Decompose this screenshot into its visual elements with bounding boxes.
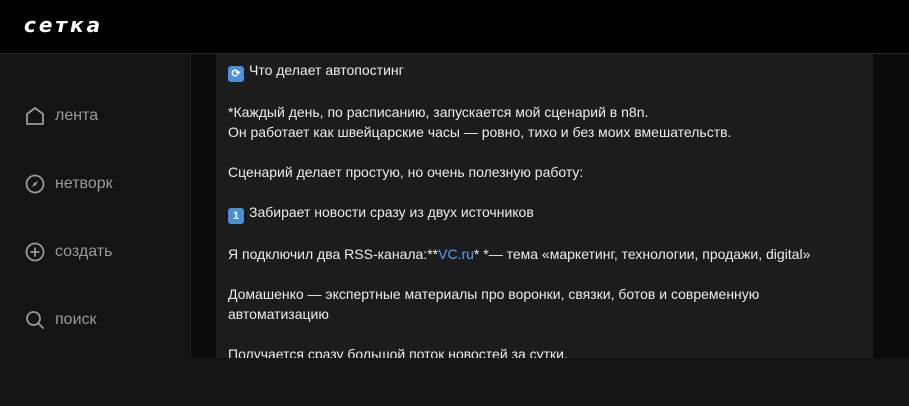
sidebar-item-feed[interactable]: лента [24,103,98,129]
plus-circle-icon [25,242,45,262]
sidebar-item-network[interactable]: нетворк [24,171,113,197]
sidebar-item-label: поиск [55,311,97,328]
keycap-one-emoji-icon: 1 [228,208,244,224]
post-paragraph: Я подключил два RSS-канала:**VC.ru* *— т… [228,246,811,262]
post-paragraph: Сценарий делает простую, но очень полезн… [228,164,584,180]
search-icon [26,311,44,329]
repeat-emoji-icon: ⟳ [228,66,244,82]
bottom-bar [0,358,909,406]
home-icon [26,107,44,125]
top-bar: сетка [0,0,909,54]
post-paragraph: Получается сразу большой поток новостей … [228,346,568,358]
app-logo[interactable]: сетка [24,13,103,37]
sidebar-item-search[interactable]: поиск [24,307,97,333]
compass-icon [25,174,45,194]
post-step: 1 Забирает новости сразу из двух источник… [228,202,861,224]
sidebar-item-label: лента [55,107,99,124]
post-paragraph: Домашенко — экспертные материалы про вор… [228,286,760,322]
sidebar-item-create[interactable]: создать [24,239,112,265]
post-body: ⟳ Что делает автопостинг *Каждый день, по… [216,54,873,358]
post-paragraph: *Каждый день, по расписанию, запускается… [228,104,732,140]
sidebar: лента нетворк создать поиск [0,54,191,358]
sidebar-item-label: создать [55,243,113,260]
post-heading: ⟳ Что делает автопостинг [228,60,861,82]
vc-ru-link[interactable]: VC.ru [438,246,474,262]
sidebar-item-label: нетворк [55,175,113,192]
